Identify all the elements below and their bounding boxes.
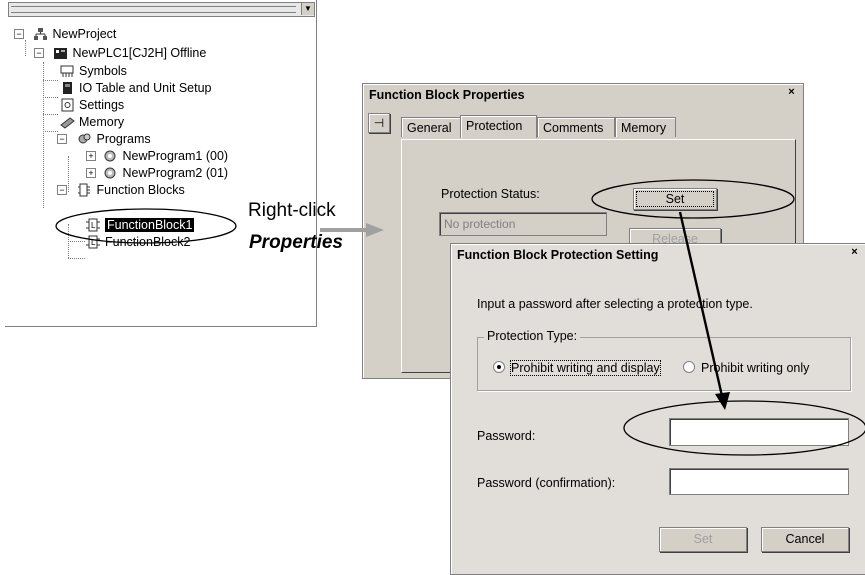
highlight-ellipse-password	[623, 400, 865, 456]
grey-arrow	[320, 223, 384, 237]
highlight-ellipse-functionblock	[55, 208, 237, 244]
annotation-overlay	[55, 179, 865, 456]
highlight-ellipse-set-button	[591, 179, 795, 219]
black-arrow	[678, 211, 730, 410]
tab-protection[interactable]: Protection	[460, 115, 537, 138]
